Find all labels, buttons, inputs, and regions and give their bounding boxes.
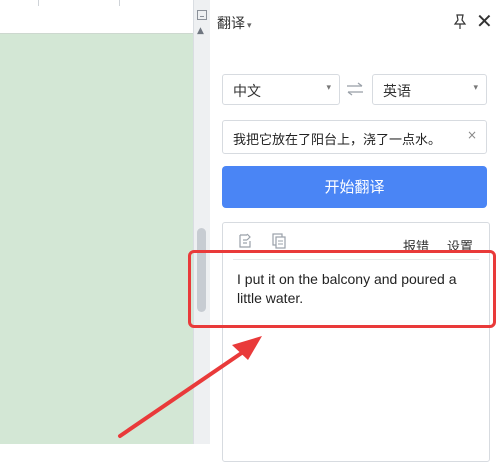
swap-icon[interactable] — [346, 82, 364, 96]
panel-title[interactable]: 翻译 ▾ — [217, 13, 252, 33]
panel-title-label: 翻译 — [217, 16, 245, 32]
source-text-input[interactable]: 我把它放在了阳台上，浇了一点水。 × — [222, 120, 487, 154]
pin-icon[interactable] — [453, 14, 467, 30]
ruler-tick — [38, 0, 39, 6]
clear-icon[interactable]: × — [467, 128, 477, 142]
ruler-tick — [119, 0, 120, 6]
target-language-value: 英语 — [383, 84, 411, 100]
document-ruler — [0, 0, 193, 34]
copy-result-icon[interactable] — [271, 233, 287, 249]
chevron-down-icon: ▾ — [473, 83, 478, 93]
vertical-scrollbar[interactable]: ▲ — [193, 0, 211, 444]
scroll-up-icon[interactable]: ▲ — [197, 26, 204, 36]
copy-source-icon[interactable] — [237, 233, 253, 249]
chevron-down-icon: ▾ — [247, 21, 252, 31]
chevron-down-icon: ▾ — [326, 83, 331, 93]
start-translate-button[interactable]: 开始翻译 — [222, 166, 487, 208]
document-area[interactable] — [0, 0, 193, 444]
highlight-box — [188, 250, 496, 328]
close-icon[interactable]: ✕ — [476, 11, 493, 31]
source-language-select[interactable]: 中文 ▾ — [222, 74, 340, 105]
source-text-value: 我把它放在了阳台上，浇了一点水。 — [233, 133, 442, 148]
source-language-value: 中文 — [233, 84, 261, 100]
translate-panel: 翻译▾ ✕ 中文 ▾ 英语 ▾ 我把它放在了阳台上，浇了一点水。 × 开始翻译 — [210, 0, 500, 462]
split-view-icon[interactable] — [197, 10, 207, 20]
target-language-select[interactable]: 英语 ▾ — [372, 74, 487, 105]
